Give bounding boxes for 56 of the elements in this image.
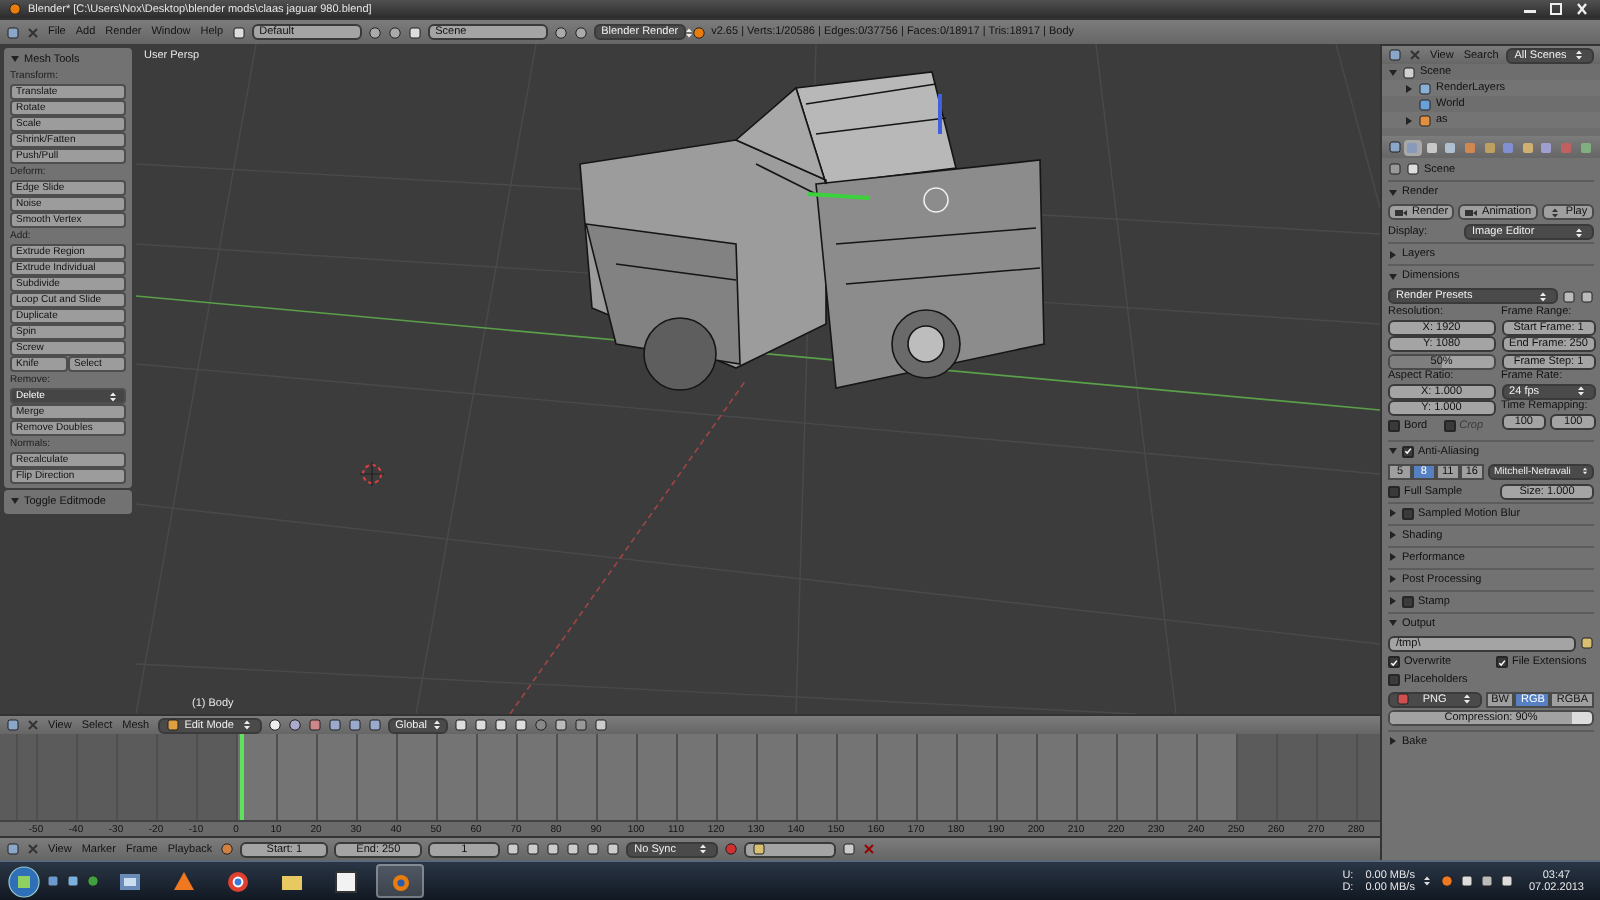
camera-icon xyxy=(1394,205,1408,219)
record-icon[interactable] xyxy=(724,842,739,856)
disclosure-triangle-icon[interactable] xyxy=(1388,271,1398,281)
start-button[interactable] xyxy=(8,865,40,897)
updown-arrows-icon xyxy=(1572,48,1586,62)
property-tab[interactable] xyxy=(1423,139,1441,155)
disclosure-triangle-icon[interactable] xyxy=(1388,187,1398,197)
property-tab[interactable] xyxy=(1538,139,1556,155)
blender-logo-icon xyxy=(388,869,412,893)
disclosure-triangle-icon[interactable] xyxy=(1404,115,1414,125)
property-tab[interactable] xyxy=(1576,139,1594,155)
checkbox[interactable] xyxy=(1388,420,1400,432)
updown-arrows-icon xyxy=(1572,225,1586,239)
checkbox[interactable] xyxy=(1402,595,1414,607)
updown-arrows-icon xyxy=(1459,692,1474,706)
disclosure-triangle-icon[interactable] xyxy=(1388,67,1398,77)
checkbox[interactable] xyxy=(1402,507,1414,519)
active-taskbar-button[interactable] xyxy=(376,864,424,898)
updown-arrows-icon xyxy=(1573,384,1588,398)
3d-cursor-icon xyxy=(359,461,385,487)
disclosure-triangle-icon[interactable] xyxy=(1388,596,1398,606)
disclosure-triangle-icon[interactable] xyxy=(1388,552,1398,562)
property-tab[interactable] xyxy=(1480,139,1498,155)
blender-logo-icon xyxy=(691,25,706,39)
computer-icon[interactable] xyxy=(118,869,142,893)
folder-icon[interactable] xyxy=(1580,636,1594,650)
checkbox[interactable] xyxy=(1496,656,1508,668)
updown-arrows-icon xyxy=(1580,464,1590,478)
disclosure-triangle-icon[interactable] xyxy=(1388,618,1398,628)
disclosure-triangle-icon[interactable] xyxy=(1388,530,1398,540)
updown-arrows-icon xyxy=(696,842,711,856)
property-tab[interactable] xyxy=(1519,139,1537,155)
disclosure-triangle-icon[interactable] xyxy=(1404,83,1414,93)
disclosure-triangle-icon[interactable] xyxy=(1388,446,1398,456)
close-icon[interactable] xyxy=(1572,2,1592,16)
property-tab[interactable] xyxy=(1442,139,1460,155)
disclosure-triangle-icon[interactable] xyxy=(1388,574,1398,584)
disclosure-triangle-icon[interactable] xyxy=(1388,249,1398,259)
disclosure-triangle-icon[interactable] xyxy=(10,496,20,506)
checkbox[interactable] xyxy=(1388,674,1400,686)
updown-arrows-icon xyxy=(239,718,254,732)
updown-arrows-icon xyxy=(682,25,697,39)
updown-arrows-icon xyxy=(1536,289,1550,303)
app-logo-icon xyxy=(8,2,22,16)
maximize-icon[interactable] xyxy=(1546,2,1566,16)
tray-arrow-icon[interactable] xyxy=(1420,874,1435,888)
updown-arrows-icon xyxy=(430,718,445,732)
triangle-logo-icon[interactable] xyxy=(172,869,196,893)
checkbox[interactable] xyxy=(1388,485,1400,497)
checkbox[interactable] xyxy=(1388,656,1400,668)
disclosure-triangle-icon[interactable] xyxy=(1388,508,1398,518)
keying-set-field[interactable] xyxy=(744,841,837,857)
checkbox[interactable] xyxy=(1402,445,1414,457)
disclosure-triangle-icon[interactable] xyxy=(10,54,20,64)
updown-arrows-icon xyxy=(106,389,120,403)
disclosure-triangle-icon[interactable] xyxy=(1388,736,1398,746)
